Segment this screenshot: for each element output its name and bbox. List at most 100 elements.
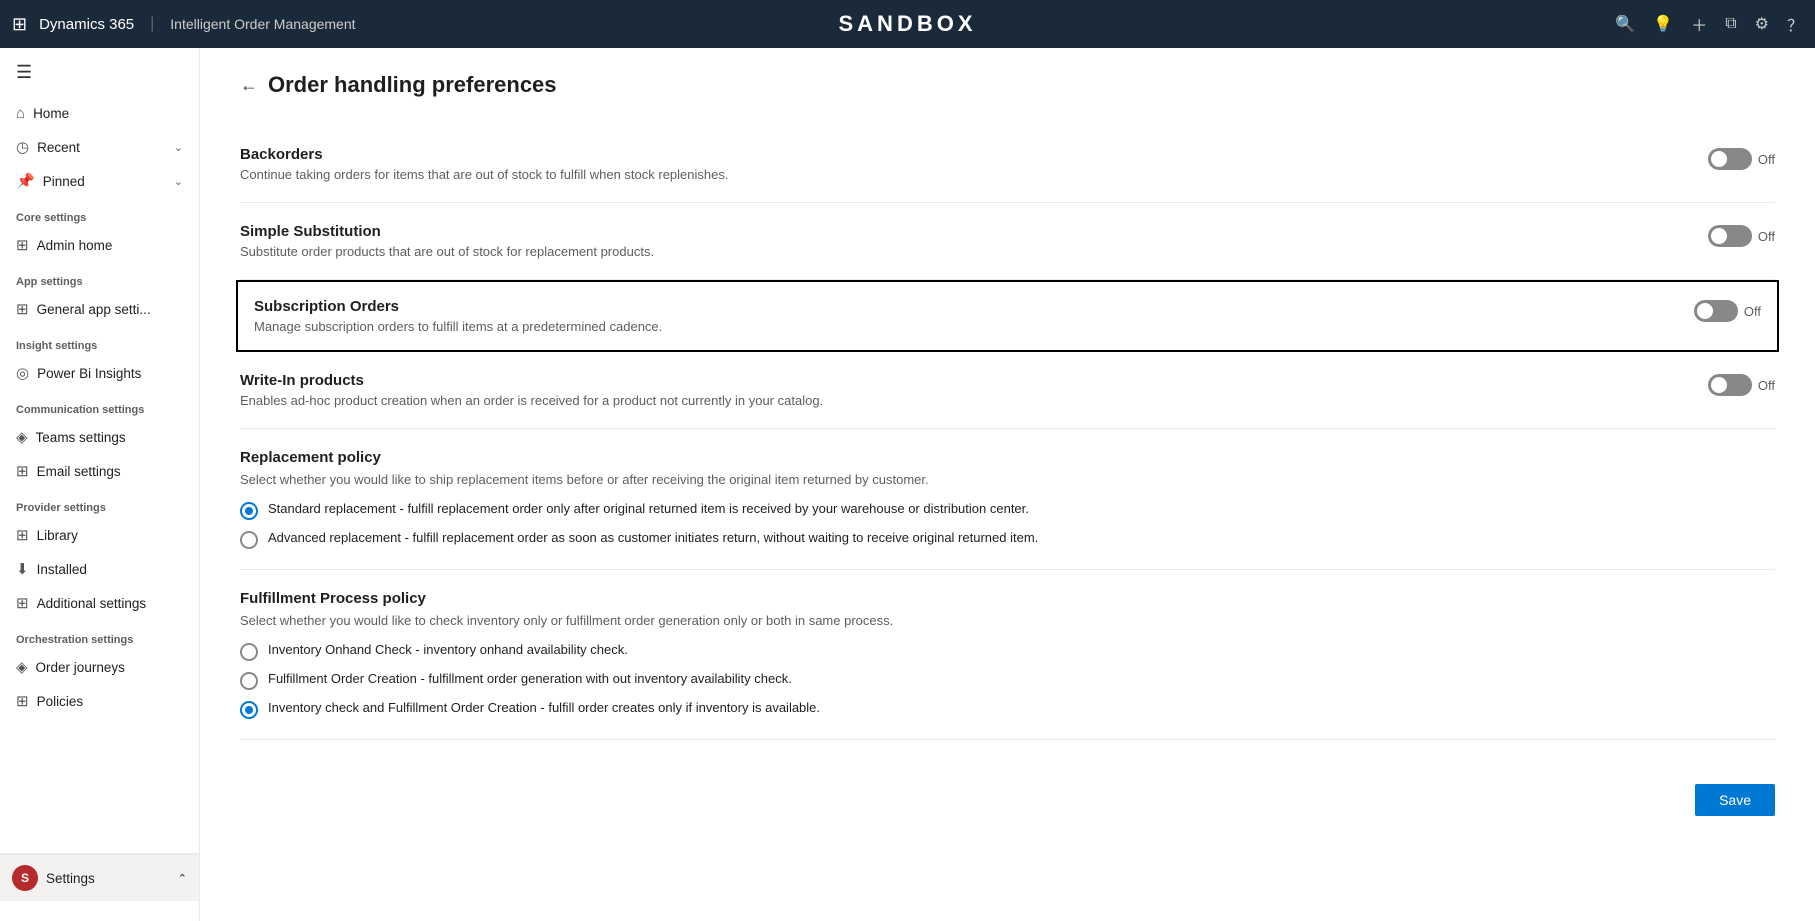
sidebar-item-general-app[interactable]: ⊞ General app setti... bbox=[0, 292, 199, 326]
save-button[interactable]: Save bbox=[1695, 784, 1775, 816]
radio-label-standard: Standard replacement - fulfill replaceme… bbox=[268, 501, 1029, 516]
sidebar-scroll: ☰ ⌂ Home ◷ Recent ⌄ 📌 Pinned ⌄ Core sett… bbox=[0, 48, 199, 853]
radio-btn-fulfillment-order[interactable] bbox=[240, 672, 258, 690]
radio-option-fulfillment-order: Fulfillment Order Creation - fulfillment… bbox=[240, 671, 1775, 690]
write-in-row: Write-In products Enables ad-hoc product… bbox=[240, 372, 1775, 408]
sidebar-item-library-label: Library bbox=[37, 528, 78, 543]
sidebar-item-additional-label: Additional settings bbox=[37, 596, 147, 611]
sidebar-footer: S Settings ⌃ bbox=[0, 853, 199, 901]
plus-icon[interactable]: ＋ bbox=[1691, 12, 1707, 36]
module-name: Intelligent Order Management bbox=[170, 16, 355, 32]
backorders-toggle-label: Off bbox=[1758, 152, 1775, 167]
sidebar-item-power-bi[interactable]: ◎ Power Bi Insights bbox=[0, 356, 199, 390]
sidebar-item-recent[interactable]: ◷ Recent ⌄ bbox=[0, 130, 199, 164]
radio-option-standard: Standard replacement - fulfill replaceme… bbox=[240, 501, 1775, 520]
sidebar-item-installed[interactable]: ⬇ Installed bbox=[0, 552, 199, 586]
sidebar-item-recent-label: Recent bbox=[37, 140, 80, 155]
section-label-provider: Provider settings bbox=[0, 488, 199, 518]
radio-btn-standard[interactable] bbox=[240, 502, 258, 520]
replacement-policy-section: Replacement policy Select whether you wo… bbox=[240, 429, 1775, 570]
admin-home-icon: ⊞ bbox=[16, 236, 29, 254]
sidebar-item-teams[interactable]: ◈ Teams settings bbox=[0, 420, 199, 454]
order-journeys-icon: ◈ bbox=[16, 658, 28, 676]
sidebar-item-policies-label: Policies bbox=[37, 694, 84, 709]
fulfillment-process-title: Fulfillment Process policy bbox=[240, 590, 1775, 607]
sidebar-item-order-journeys[interactable]: ◈ Order journeys bbox=[0, 650, 199, 684]
sidebar-item-order-journeys-label: Order journeys bbox=[36, 660, 125, 675]
section-label-core: Core settings bbox=[0, 198, 199, 228]
radio-option-inventory-fulfillment: Inventory check and Fulfillment Order Cr… bbox=[240, 700, 1775, 719]
recent-icon: ◷ bbox=[16, 138, 29, 156]
sidebar-item-additional[interactable]: ⊞ Additional settings bbox=[0, 586, 199, 620]
radio-label-inventory-onhand: Inventory Onhand Check - inventory onhan… bbox=[268, 642, 628, 657]
subscription-orders-row: Subscription Orders Manage subscription … bbox=[254, 298, 1761, 334]
replacement-policy-desc: Select whether you would like to ship re… bbox=[240, 472, 1775, 487]
radio-btn-inventory-fulfillment[interactable] bbox=[240, 701, 258, 719]
write-in-toggle-wrap: Off bbox=[1708, 374, 1775, 396]
app-name: Dynamics 365 bbox=[39, 16, 134, 33]
settings-icon[interactable]: ⚙ bbox=[1755, 14, 1769, 34]
subscription-orders-text: Subscription Orders Manage subscription … bbox=[254, 298, 1694, 334]
chevron-down-icon: ⌄ bbox=[174, 175, 183, 188]
hamburger-icon[interactable]: ☰ bbox=[0, 48, 199, 97]
pin-icon: 📌 bbox=[16, 172, 35, 190]
top-navigation: ⊞ Dynamics 365 | Intelligent Order Manag… bbox=[0, 0, 1815, 48]
search-icon[interactable]: 🔍 bbox=[1615, 14, 1635, 34]
email-icon: ⊞ bbox=[16, 462, 29, 480]
sidebar-item-email[interactable]: ⊞ Email settings bbox=[0, 454, 199, 488]
home-icon: ⌂ bbox=[16, 105, 25, 122]
sidebar-item-home[interactable]: ⌂ Home bbox=[0, 97, 199, 130]
subscription-orders-toggle-label: Off bbox=[1744, 304, 1761, 319]
chevron-up-icon: ⌃ bbox=[178, 872, 187, 885]
power-bi-icon: ◎ bbox=[16, 364, 29, 382]
main-layout: ☰ ⌂ Home ◷ Recent ⌄ 📌 Pinned ⌄ Core sett… bbox=[0, 48, 1815, 921]
sidebar-item-home-label: Home bbox=[33, 106, 69, 121]
help-icon[interactable]: ？ bbox=[1787, 12, 1803, 36]
sidebar-item-email-label: Email settings bbox=[37, 464, 121, 479]
backorders-toggle[interactable] bbox=[1708, 148, 1752, 170]
simple-substitution-toggle[interactable] bbox=[1708, 225, 1752, 247]
fulfillment-radio-group: Inventory Onhand Check - inventory onhan… bbox=[240, 642, 1775, 719]
sidebar-item-admin-home[interactable]: ⊞ Admin home bbox=[0, 228, 199, 262]
filter-icon[interactable]: ⧉ bbox=[1725, 15, 1736, 33]
sidebar-item-pinned[interactable]: 📌 Pinned ⌄ bbox=[0, 164, 199, 198]
sidebar-item-settings[interactable]: S Settings ⌃ bbox=[0, 854, 199, 901]
section-label-app: App settings bbox=[0, 262, 199, 292]
library-icon: ⊞ bbox=[16, 526, 29, 544]
radio-label-advanced: Advanced replacement - fulfill replaceme… bbox=[268, 530, 1038, 545]
sidebar-item-general-app-label: General app setti... bbox=[37, 302, 151, 317]
subscription-orders-toggle[interactable] bbox=[1694, 300, 1738, 322]
chevron-down-icon: ⌄ bbox=[174, 141, 183, 154]
sidebar-item-teams-label: Teams settings bbox=[36, 430, 126, 445]
backorders-desc: Continue taking orders for items that ar… bbox=[240, 167, 1688, 182]
avatar: S bbox=[12, 865, 38, 891]
write-in-desc: Enables ad-hoc product creation when an … bbox=[240, 393, 1688, 408]
subscription-orders-toggle-wrap: Off bbox=[1694, 300, 1761, 322]
write-in-title: Write-In products bbox=[240, 372, 1688, 389]
fulfillment-process-desc: Select whether you would like to check i… bbox=[240, 613, 1775, 628]
nav-divider: | bbox=[150, 15, 154, 33]
back-button[interactable]: ← bbox=[240, 75, 258, 96]
policies-icon: ⊞ bbox=[16, 692, 29, 710]
write-in-text: Write-In products Enables ad-hoc product… bbox=[240, 372, 1708, 408]
radio-btn-advanced[interactable] bbox=[240, 531, 258, 549]
sidebar-item-policies[interactable]: ⊞ Policies bbox=[0, 684, 199, 718]
sandbox-title: SANDBOX bbox=[838, 11, 976, 37]
installed-icon: ⬇ bbox=[16, 560, 29, 578]
radio-btn-inventory-onhand[interactable] bbox=[240, 643, 258, 661]
simple-substitution-section: Simple Substitution Substitute order pro… bbox=[240, 203, 1775, 280]
write-in-section: Write-In products Enables ad-hoc product… bbox=[240, 352, 1775, 429]
content-area: ← Order handling preferences Backorders … bbox=[200, 48, 1815, 921]
write-in-toggle[interactable] bbox=[1708, 374, 1752, 396]
subscription-orders-title: Subscription Orders bbox=[254, 298, 1674, 315]
lightbulb-icon[interactable]: 💡 bbox=[1653, 14, 1673, 34]
waffle-icon[interactable]: ⊞ bbox=[12, 14, 27, 35]
backorders-row: Backorders Continue taking orders for it… bbox=[240, 146, 1775, 182]
top-nav-right: 🔍 💡 ＋ ⧉ ⚙ ？ bbox=[1615, 12, 1803, 36]
sidebar-item-pinned-label: Pinned bbox=[43, 174, 85, 189]
sidebar-item-library[interactable]: ⊞ Library bbox=[0, 518, 199, 552]
radio-label-fulfillment-order: Fulfillment Order Creation - fulfillment… bbox=[268, 671, 792, 686]
sidebar-item-power-bi-label: Power Bi Insights bbox=[37, 366, 141, 381]
backorders-section: Backorders Continue taking orders for it… bbox=[240, 126, 1775, 203]
sidebar-wrapper: ☰ ⌂ Home ◷ Recent ⌄ 📌 Pinned ⌄ Core sett… bbox=[0, 48, 199, 901]
